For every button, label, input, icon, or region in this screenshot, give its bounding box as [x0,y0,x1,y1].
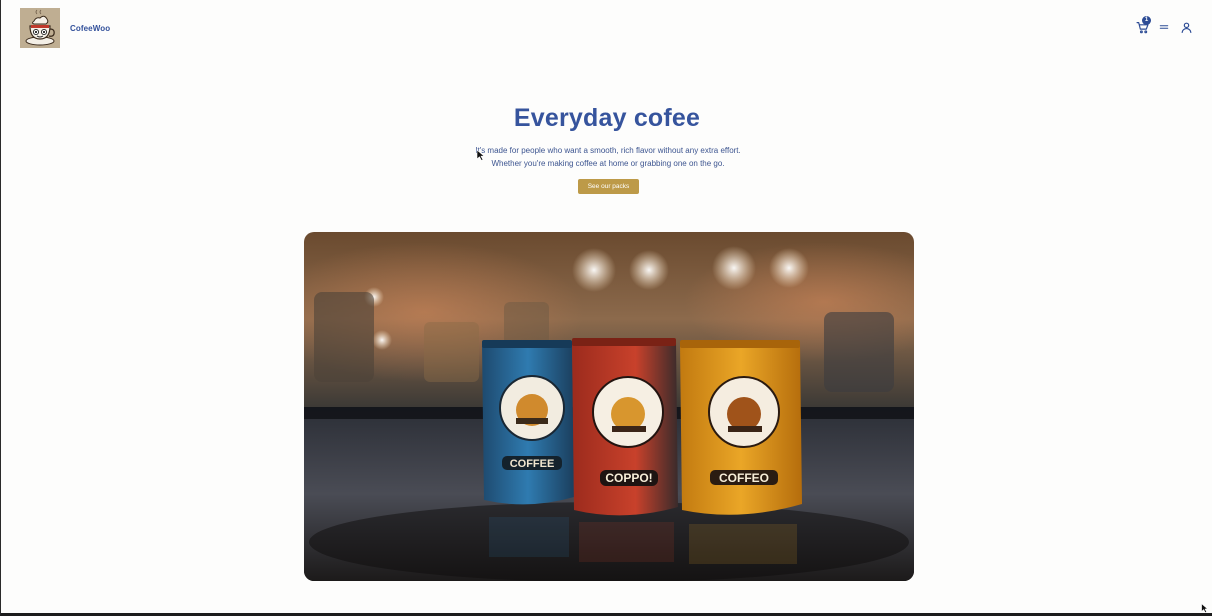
blue-bag-label: COFFEE [510,458,555,470]
cart-button[interactable]: 1 [1135,16,1151,35]
account-button[interactable] [1179,19,1193,35]
hero-title: Everyday cofee [513,104,701,132]
site-header: CofeeWoo 1 [1,0,1212,56]
page: CofeeWoo 1 Everyday cofee It's made for … [0,0,1212,616]
user-icon [1181,22,1191,33]
see-our-packs-button[interactable]: See our packs [578,179,639,194]
yellow-bag-label: COFFEO [719,471,769,485]
coffee-bags-product-image: COFFEE COFFEO COPPO! [304,232,914,581]
home-link[interactable]: CofeeWoo [20,8,110,48]
corner-cursor-icon [1201,603,1209,613]
brand-name: CofeeWoo [70,23,111,33]
menu-icon [1159,25,1169,29]
coffee-mascot-logo [20,8,60,48]
red-bag-label: COPPO! [605,471,652,485]
header-actions: 1 [1135,16,1193,35]
hero-description: It's made for people who want a smooth, … [475,146,741,168]
menu-button[interactable] [1157,19,1171,35]
cart-count-badge: 1 [1142,16,1151,25]
